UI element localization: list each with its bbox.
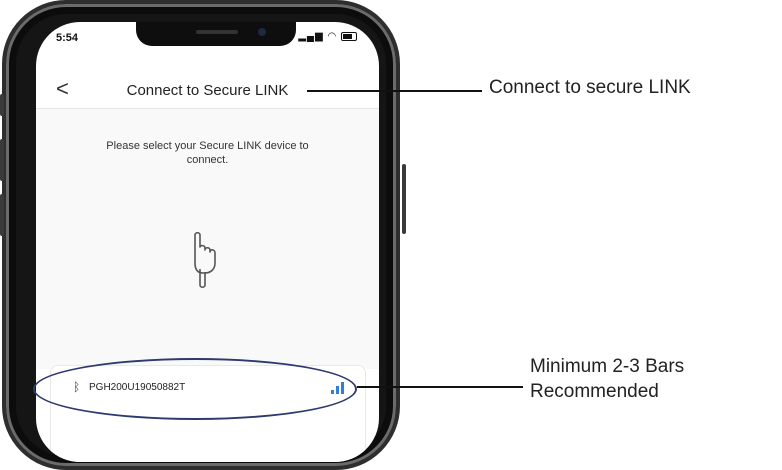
battery-icon — [341, 31, 357, 41]
callout-line-signal — [357, 386, 523, 388]
callout-signal-line2: Recommended — [530, 381, 659, 402]
side-button-volume-up — [0, 139, 4, 181]
side-button-power — [402, 164, 406, 234]
wifi-icon: ◠ — [327, 31, 338, 42]
side-button-volume-down — [0, 194, 4, 236]
front-camera — [258, 28, 266, 36]
cellular-signal-icon: ▂▄▆ — [298, 31, 324, 42]
main-content: Please select your Secure LINK device to… — [36, 109, 379, 369]
notch — [136, 22, 296, 46]
callout-line-title — [307, 90, 482, 92]
callout-label-title: Connect to secure LINK — [489, 77, 691, 98]
side-button-silent — [0, 94, 4, 116]
status-time: 5:54 — [56, 32, 79, 44]
device-highlight-ellipse — [33, 358, 357, 420]
hand-pointing-down-icon — [194, 231, 216, 289]
status-icons: ▂▄▆ ◠ — [298, 31, 357, 42]
callout-label-signal: Minimum 2-3 Bars Recommended — [530, 354, 684, 404]
select-device-prompt: Please select your Secure LINK device to… — [106, 140, 309, 166]
callout-signal-line1: Minimum 2-3 Bars — [530, 356, 685, 377]
speaker — [196, 30, 238, 34]
